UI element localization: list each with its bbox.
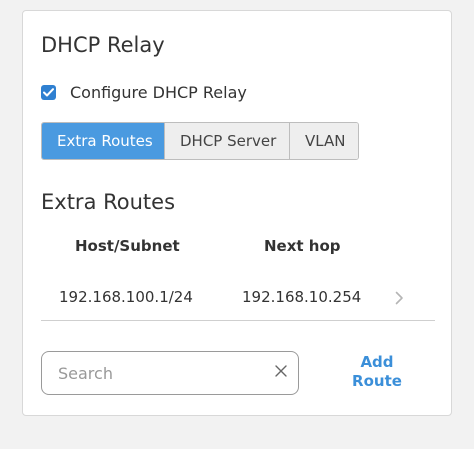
search-input[interactable] [58,352,258,394]
table-row[interactable]: 192.168.100.1/24 192.168.10.254 [41,279,435,321]
tab-extra-routes[interactable]: Extra Routes [42,123,164,159]
configure-dhcp-relay-checkbox[interactable] [41,85,56,100]
add-route-button[interactable]: Add Route [341,353,413,391]
column-header-next-hop: Next hop [264,237,341,255]
panel-title: DHCP Relay [41,33,165,57]
row-host-subnet: 192.168.100.1/24 [59,288,193,306]
configure-dhcp-relay-label: Configure DHCP Relay [70,83,247,102]
add-route-label-line2: Route [352,372,402,390]
tab-vlan[interactable]: VLAN [289,123,358,159]
chevron-right-icon[interactable] [395,291,404,305]
checkmark-icon [43,88,54,97]
tab-dhcp-server[interactable]: DHCP Server [164,123,289,159]
add-route-label-line1: Add [360,353,394,371]
dhcp-relay-panel: DHCP Relay Configure DHCP Relay Extra Ro… [22,10,452,416]
configure-dhcp-relay-checkbox-row[interactable]: Configure DHCP Relay [41,83,247,102]
relay-tabs: Extra Routes DHCP Server VLAN [41,122,359,160]
row-next-hop: 192.168.10.254 [242,288,362,306]
extra-routes-title: Extra Routes [41,190,176,214]
search-box [41,351,299,395]
close-icon[interactable] [274,364,288,378]
column-header-host-subnet: Host/Subnet [75,237,180,255]
